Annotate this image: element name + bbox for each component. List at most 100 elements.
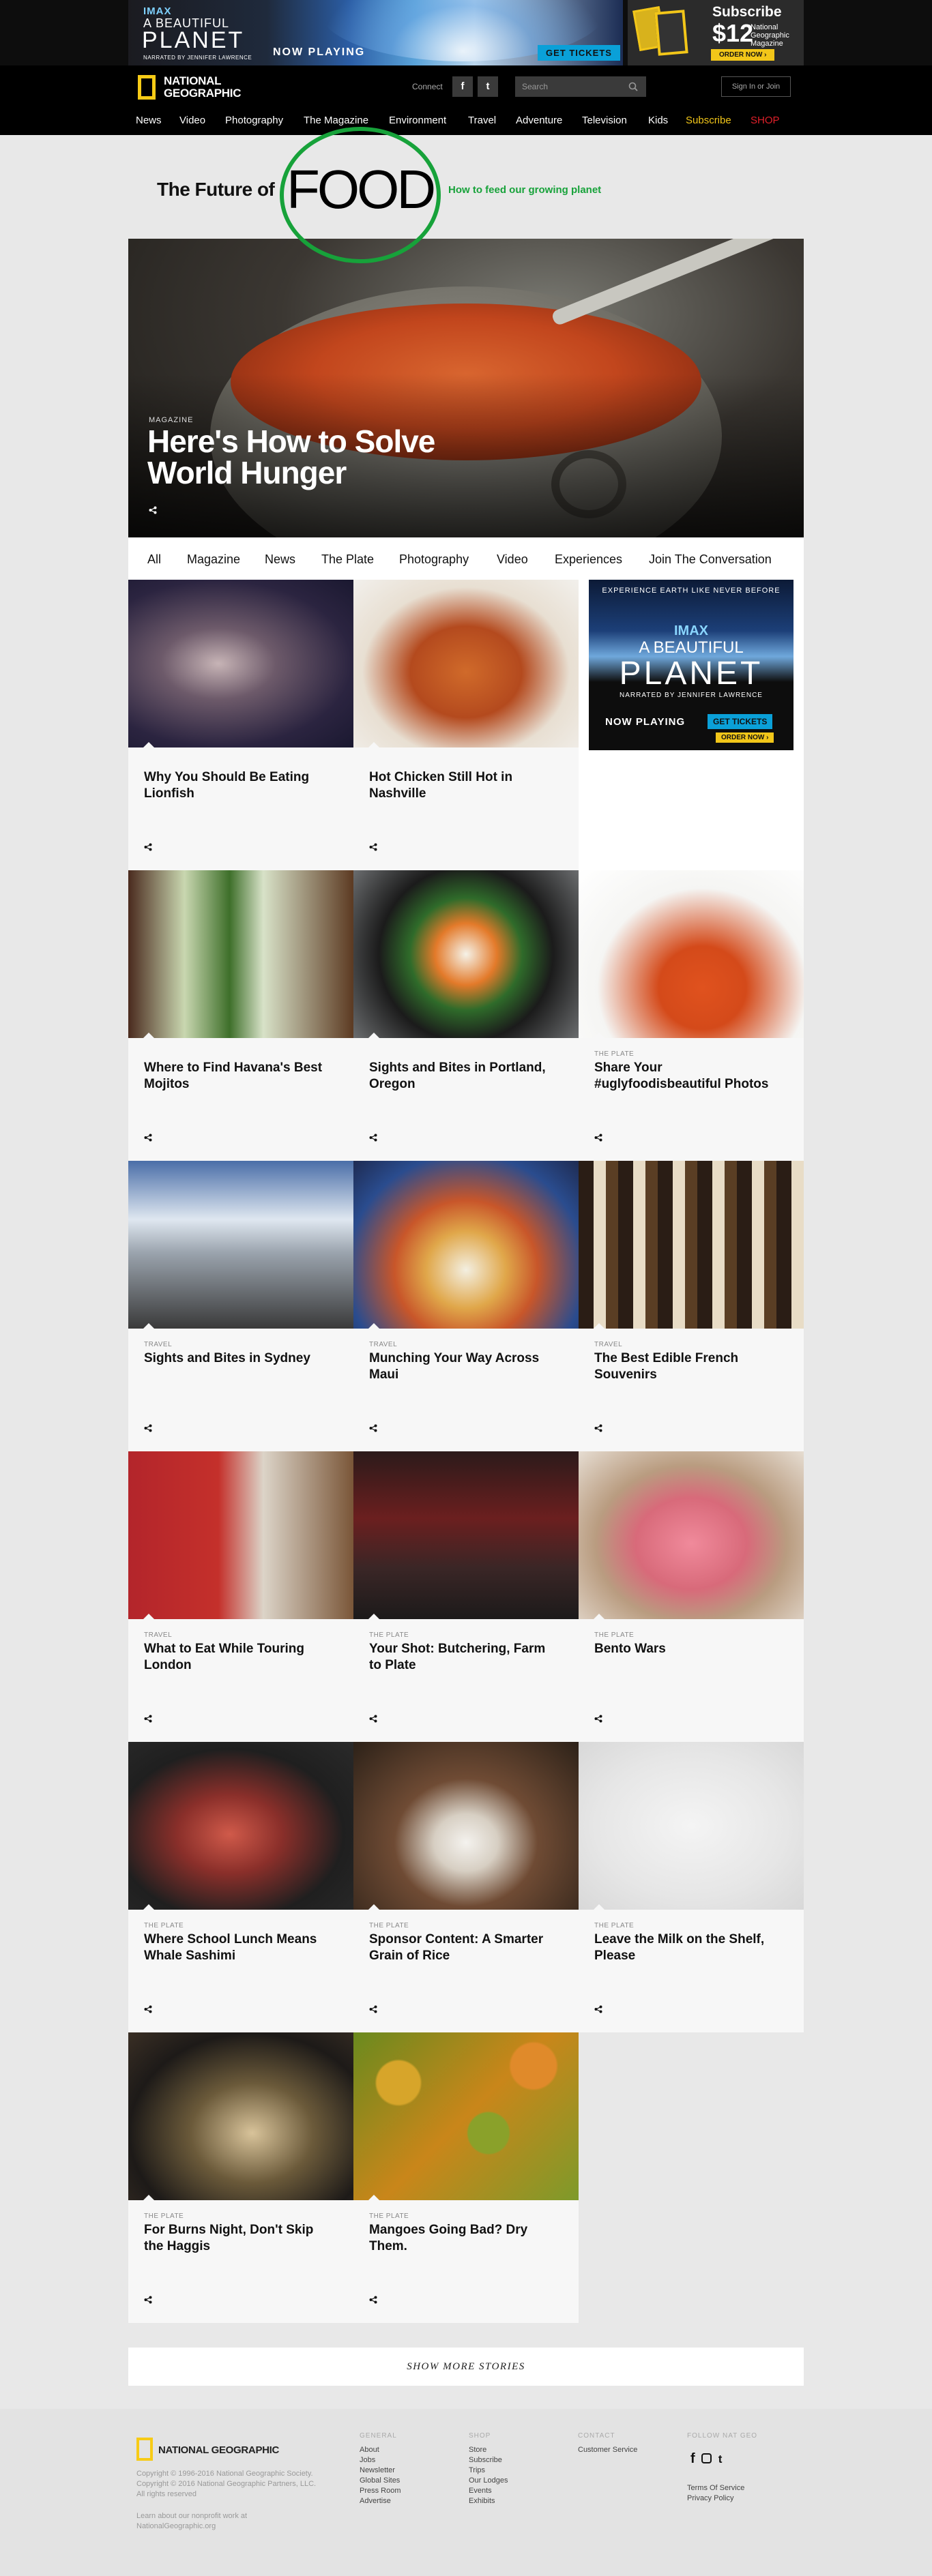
- footer-link-newsletter[interactable]: Newsletter: [360, 2466, 401, 2476]
- story-card[interactable]: THE PLATE Your Shot: Butchering, Farm to …: [353, 1451, 579, 1742]
- nav-item-photography[interactable]: Photography: [225, 115, 283, 126]
- footer-link-jobs[interactable]: Jobs: [360, 2455, 401, 2466]
- sign-in-button[interactable]: Sign In or Join: [721, 76, 791, 97]
- story-image-bibimbap[interactable]: [353, 870, 579, 1038]
- story-title[interactable]: Sights and Bites in Sydney: [144, 1350, 335, 1367]
- story-image-lionfish[interactable]: [128, 580, 353, 747]
- nav-item-video[interactable]: Video: [179, 115, 205, 126]
- footer-link-subscribe[interactable]: Subscribe: [469, 2455, 508, 2466]
- story-title[interactable]: Munching Your Way Across Maui: [369, 1350, 560, 1383]
- share-icon[interactable]: [594, 2005, 602, 2013]
- tab-all[interactable]: All: [147, 552, 161, 567]
- story-title[interactable]: Share Your #uglyfoodisbeautiful Photos: [594, 1060, 785, 1093]
- tab-the-plate[interactable]: The Plate: [321, 552, 374, 567]
- story-title[interactable]: Where School Lunch Means Whale Sashimi: [144, 1931, 335, 1964]
- story-image-carrots[interactable]: [579, 870, 804, 1038]
- story-image-mangoes[interactable]: [353, 2032, 579, 2200]
- story-image-hot-chicken[interactable]: [353, 580, 579, 747]
- share-icon[interactable]: [594, 1715, 602, 1723]
- share-icon[interactable]: [144, 2296, 152, 2304]
- story-card[interactable]: Why You Should Be Eating Lionfish: [128, 580, 353, 870]
- story-image-london-cafe[interactable]: [128, 1451, 353, 1619]
- nav-item-subscribe[interactable]: Subscribe: [686, 115, 731, 126]
- nav-item-television[interactable]: Television: [582, 115, 627, 126]
- footer-link-about[interactable]: About: [360, 2445, 401, 2455]
- share-icon[interactable]: [144, 843, 152, 851]
- footer-link-global-sites[interactable]: Global Sites: [360, 2476, 401, 2486]
- story-card[interactable]: THE PLATE Sponsor Content: A Smarter Grai…: [353, 1742, 579, 2032]
- story-image-mojitos[interactable]: [128, 870, 353, 1038]
- tab-magazine[interactable]: Magazine: [187, 552, 240, 567]
- story-card[interactable]: THE PLATE Bento Wars: [579, 1451, 804, 1742]
- share-icon[interactable]: [369, 1715, 377, 1723]
- footer-link-press-room[interactable]: Press Room: [360, 2486, 401, 2496]
- natgeo-logo-icon[interactable]: [138, 75, 156, 100]
- story-image-snow-umbrella[interactable]: [579, 1742, 804, 1910]
- share-icon[interactable]: [594, 1424, 602, 1432]
- story-title[interactable]: Sights and Bites in Portland, Oregon: [369, 1060, 560, 1093]
- nav-item-shop[interactable]: SHOP: [751, 115, 780, 126]
- tab-news[interactable]: News: [265, 552, 295, 567]
- footer-learn-more[interactable]: Learn about our nonprofit work at Nation…: [136, 2511, 314, 2532]
- story-image-sashimi[interactable]: [128, 1742, 353, 1910]
- story-card[interactable]: TRAVEL Munching Your Way Across Maui: [353, 1161, 579, 1451]
- tab-experiences[interactable]: Experiences: [555, 552, 622, 567]
- story-title[interactable]: Mangoes Going Bad? Dry Them.: [369, 2222, 560, 2255]
- story-card[interactable]: TRAVEL Sights and Bites in Sydney: [128, 1161, 353, 1451]
- ad-card-order-now-button[interactable]: ORDER NOW ›: [716, 732, 774, 743]
- ad-card-get-tickets-button[interactable]: GET TICKETS: [708, 714, 773, 729]
- nav-item-news[interactable]: News: [136, 115, 162, 126]
- imax-ad-box[interactable]: EXPERIENCE EARTH LIKE NEVER BEFORE IMAX …: [589, 580, 793, 750]
- story-card[interactable]: Hot Chicken Still Hot in Nashville: [353, 580, 579, 870]
- story-image-sydney[interactable]: [128, 1161, 353, 1329]
- story-image-bento[interactable]: [579, 1451, 804, 1619]
- footer-link-advertise[interactable]: Advertise: [360, 2496, 401, 2506]
- story-image-maui-salad[interactable]: [353, 1161, 579, 1329]
- story-title[interactable]: The Best Edible French Souvenirs: [594, 1350, 785, 1383]
- ad-order-now-button[interactable]: ORDER NOW ›: [711, 49, 775, 61]
- story-title[interactable]: Sponsor Content: A Smarter Grain of Rice: [369, 1931, 560, 1964]
- story-title[interactable]: Your Shot: Butchering, Farm to Plate: [369, 1641, 560, 1674]
- story-image-french-shelves[interactable]: [579, 1161, 804, 1329]
- share-icon[interactable]: [369, 1134, 377, 1142]
- story-image-haggis[interactable]: [128, 2032, 353, 2200]
- share-icon[interactable]: [144, 1134, 152, 1142]
- story-card[interactable]: Sights and Bites in Portland, Oregon: [353, 870, 579, 1161]
- footer-instagram-icon[interactable]: [701, 2453, 712, 2463]
- share-icon[interactable]: [149, 506, 157, 514]
- hero-headline[interactable]: Here's How to Solve World Hunger: [147, 426, 502, 488]
- hero-story[interactable]: MAGAZINE Here's How to Solve World Hunge…: [128, 239, 804, 537]
- share-icon[interactable]: [369, 2005, 377, 2013]
- footer-link-store[interactable]: Store: [469, 2445, 508, 2455]
- story-card[interactable]: THE PLATE Leave the Milk on the Shelf, Pl…: [579, 1742, 804, 2032]
- footer-link-privacy[interactable]: Privacy Policy: [687, 2493, 757, 2504]
- share-icon[interactable]: [369, 843, 377, 851]
- share-icon[interactable]: [144, 2005, 152, 2013]
- story-card[interactable]: THE PLATE Mangoes Going Bad? Dry Them.: [353, 2032, 579, 2323]
- twitter-icon[interactable]: t: [478, 76, 498, 97]
- footer-link-events[interactable]: Events: [469, 2486, 508, 2496]
- story-card[interactable]: THE PLATE Share Your #uglyfoodisbeautiful…: [579, 870, 804, 1161]
- footer-link-customer-service[interactable]: Customer Service: [578, 2445, 637, 2455]
- tab-video[interactable]: Video: [497, 552, 528, 567]
- imax-ad-card[interactable]: EXPERIENCE EARTH LIKE NEVER BEFORE IMAX …: [579, 580, 804, 870]
- share-icon[interactable]: [369, 1424, 377, 1432]
- story-title[interactable]: For Burns Night, Don't Skip the Haggis: [144, 2222, 335, 2255]
- nav-item-magazine[interactable]: The Magazine: [304, 115, 368, 126]
- share-icon[interactable]: [594, 1134, 602, 1142]
- nav-item-adventure[interactable]: Adventure: [516, 115, 562, 126]
- nav-item-environment[interactable]: Environment: [389, 115, 446, 126]
- story-image-butcher[interactable]: [353, 1451, 579, 1619]
- story-title[interactable]: Hot Chicken Still Hot in Nashville: [369, 769, 560, 802]
- footer-link-terms[interactable]: Terms Of Service: [687, 2483, 757, 2493]
- footer-link-exhibits[interactable]: Exhibits: [469, 2496, 508, 2506]
- tab-photography[interactable]: Photography: [399, 552, 469, 567]
- subscribe-ad[interactable]: Subscribe $12 National Geographic Magazi…: [628, 0, 804, 65]
- footer-facebook-icon[interactable]: f: [690, 2451, 695, 2466]
- story-card[interactable]: Where to Find Havana's Best Mojitos: [128, 870, 353, 1161]
- footer-logo-icon[interactable]: [136, 2438, 153, 2461]
- ad-get-tickets-button[interactable]: GET TICKETS: [538, 45, 620, 61]
- story-card[interactable]: THE PLATE For Burns Night, Don't Skip the…: [128, 2032, 353, 2323]
- tab-join-conversation[interactable]: Join The Conversation: [649, 552, 772, 567]
- share-icon[interactable]: [144, 1424, 152, 1432]
